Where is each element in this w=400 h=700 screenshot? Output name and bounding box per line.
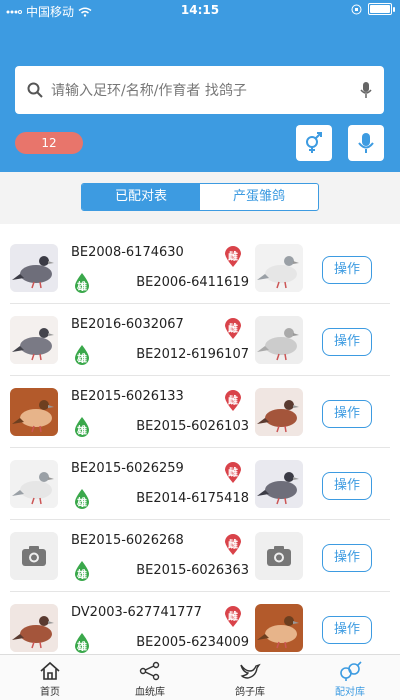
female-photo[interactable]: [255, 604, 303, 652]
gender-filter-button[interactable]: [296, 125, 332, 161]
search-input[interactable]: 请输入足环/名称/作育者 找鸽子: [51, 80, 360, 100]
male-tag: 雄: [71, 560, 93, 582]
tab-paired-list[interactable]: 已配对表: [82, 184, 200, 210]
pairing-icon: [340, 661, 362, 681]
male-tag-label: 雄: [77, 570, 87, 581]
female-tag: 雌: [222, 244, 244, 267]
header: 中国移动 14:15 请输入足环/名称/作育者 找鸽子 12: [0, 0, 400, 172]
female-tag-label: 雌: [228, 324, 238, 335]
tab-home[interactable]: 首页: [0, 655, 100, 700]
female-tag: 雌: [222, 532, 244, 555]
tab-label: 配对库: [335, 687, 365, 698]
tab-label: 鸽子库: [235, 687, 265, 698]
male-tag-label: 雄: [77, 498, 87, 509]
pedigree-icon: [139, 661, 160, 681]
female-tag-label: 雌: [228, 396, 238, 407]
female-tag: 雌: [222, 460, 244, 483]
search-bar[interactable]: 请输入足环/名称/作育者 找鸽子: [15, 66, 384, 114]
female-tag-label: 雌: [228, 252, 238, 263]
action-button[interactable]: 操作: [322, 544, 372, 572]
search-icon: [27, 82, 43, 98]
female-ring-number: BE2015-6026103: [136, 419, 249, 434]
tab-label: 血统库: [135, 687, 165, 698]
male-tag: 雄: [71, 488, 93, 510]
status-right: [351, 3, 395, 15]
pair-list: BE2008-6174630 雄雌 BE2006-6411619 操作 BE2016-6…: [0, 232, 400, 664]
tab-pairing[interactable]: 配对库: [300, 655, 400, 700]
home-icon: [40, 661, 60, 680]
male-ring-number: BE2015-6026133: [71, 389, 184, 404]
male-photo[interactable]: [10, 316, 58, 364]
female-ring-number: BE2014-6175418: [136, 491, 249, 506]
gender-icon: [306, 132, 322, 153]
microphone-icon: [358, 133, 374, 153]
female-ring-number: BE2005-6234009: [136, 635, 249, 650]
list-item[interactable]: BE2015-6026268 雄 雌 BE2015-6026363 操作: [10, 520, 390, 592]
female-tag-label: 雌: [228, 540, 238, 551]
tab-pigeons[interactable]: 鸽子库: [200, 655, 300, 700]
count-badge: 12: [15, 132, 83, 154]
male-tag: 雄: [71, 416, 93, 438]
female-photo[interactable]: [255, 244, 303, 292]
male-ring-number: BE2015-6026268: [71, 533, 184, 548]
segment-area: 已配对表 产蛋雏鸽: [0, 172, 400, 224]
male-tag: 雄: [71, 344, 93, 366]
status-bar: 中国移动 14:15: [0, 0, 400, 20]
tab-label: 首页: [40, 687, 60, 698]
female-tag-label: 雌: [228, 468, 238, 479]
voice-button[interactable]: [348, 125, 384, 161]
tab-bar: 首页 血统库 鸽子库 配对库: [0, 654, 400, 700]
action-button[interactable]: 操作: [322, 472, 372, 500]
female-photo[interactable]: [255, 388, 303, 436]
male-tag-label: 雄: [77, 426, 87, 437]
action-button[interactable]: 操作: [322, 256, 372, 284]
rotation-lock-icon: [351, 4, 362, 14]
app-screen: 中国移动 14:15 请输入足环/名称/作育者 找鸽子 12 已配对表 产蛋雏鸽…: [0, 0, 400, 700]
female-ring-number: BE2012-6196107: [136, 347, 249, 362]
male-ring-number: BE2008-6174630: [71, 245, 184, 260]
male-photo[interactable]: [10, 388, 58, 436]
male-photo[interactable]: [10, 532, 58, 580]
list-item[interactable]: BE2016-6032067 雄 雌 BE2012-6196107 操作: [10, 304, 390, 376]
male-tag: 雄: [71, 272, 93, 294]
female-ring-number: BE2015-6026363: [136, 563, 249, 578]
tab-pedigree[interactable]: 血统库: [100, 655, 200, 700]
segmented-control: 已配对表 产蛋雏鸽: [81, 183, 319, 211]
female-photo[interactable]: [255, 316, 303, 364]
female-tag: 雌: [222, 316, 244, 339]
male-tag-label: 雄: [77, 354, 87, 365]
tab-eggs-chicks[interactable]: 产蛋雏鸽: [200, 184, 318, 210]
male-photo[interactable]: [10, 604, 58, 652]
male-tag: 雄: [71, 632, 93, 654]
bird-icon: [240, 663, 261, 679]
female-photo[interactable]: [255, 460, 303, 508]
list-item[interactable]: BE2015-6026133 雄 雌 BE2015-6026103 操作: [10, 376, 390, 448]
action-button[interactable]: 操作: [322, 616, 372, 644]
action-button[interactable]: 操作: [322, 328, 372, 356]
female-tag-label: 雌: [228, 612, 238, 623]
male-ring-number: BE2015-6026259: [71, 461, 184, 476]
female-ring-number: BE2006-6411619: [136, 275, 249, 290]
female-tag: 雌: [222, 604, 244, 627]
list-item[interactable]: BE2008-6174630 雄 雌 BE2006-6411619 操作: [10, 232, 390, 304]
status-time: 14:15: [180, 3, 220, 17]
male-tag-label: 雄: [77, 642, 87, 653]
battery-icon: [368, 3, 395, 15]
list-item[interactable]: BE2015-6026259 雄 雌 BE2014-6175418 操作: [10, 448, 390, 520]
male-photo[interactable]: [10, 460, 58, 508]
male-ring-number: DV2003-627741777: [71, 605, 202, 620]
female-tag: 雌: [222, 388, 244, 411]
male-ring-number: BE2016-6032067: [71, 317, 184, 332]
action-button[interactable]: 操作: [322, 400, 372, 428]
male-photo[interactable]: [10, 244, 58, 292]
female-photo[interactable]: [255, 532, 303, 580]
microphone-icon[interactable]: [360, 81, 372, 99]
male-tag-label: 雄: [77, 282, 87, 293]
